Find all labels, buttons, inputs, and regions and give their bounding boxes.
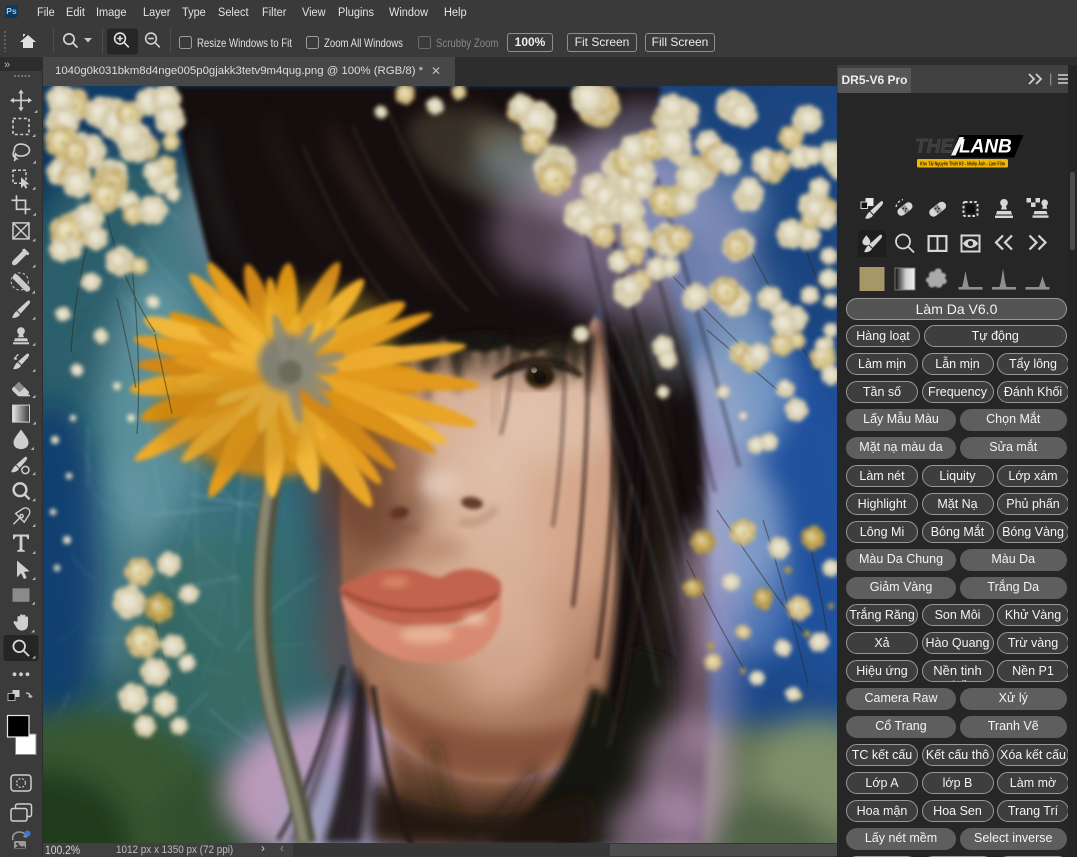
svg-text:THE: THE xyxy=(915,137,954,158)
svg-text:Kho Tài Nguyên Thiết Kế - Nhiế: Kho Tài Nguyên Thiết Kế - Nhiếp Ảnh - Là… xyxy=(920,161,1005,168)
svg-text:LANB: LANB xyxy=(959,137,1012,158)
